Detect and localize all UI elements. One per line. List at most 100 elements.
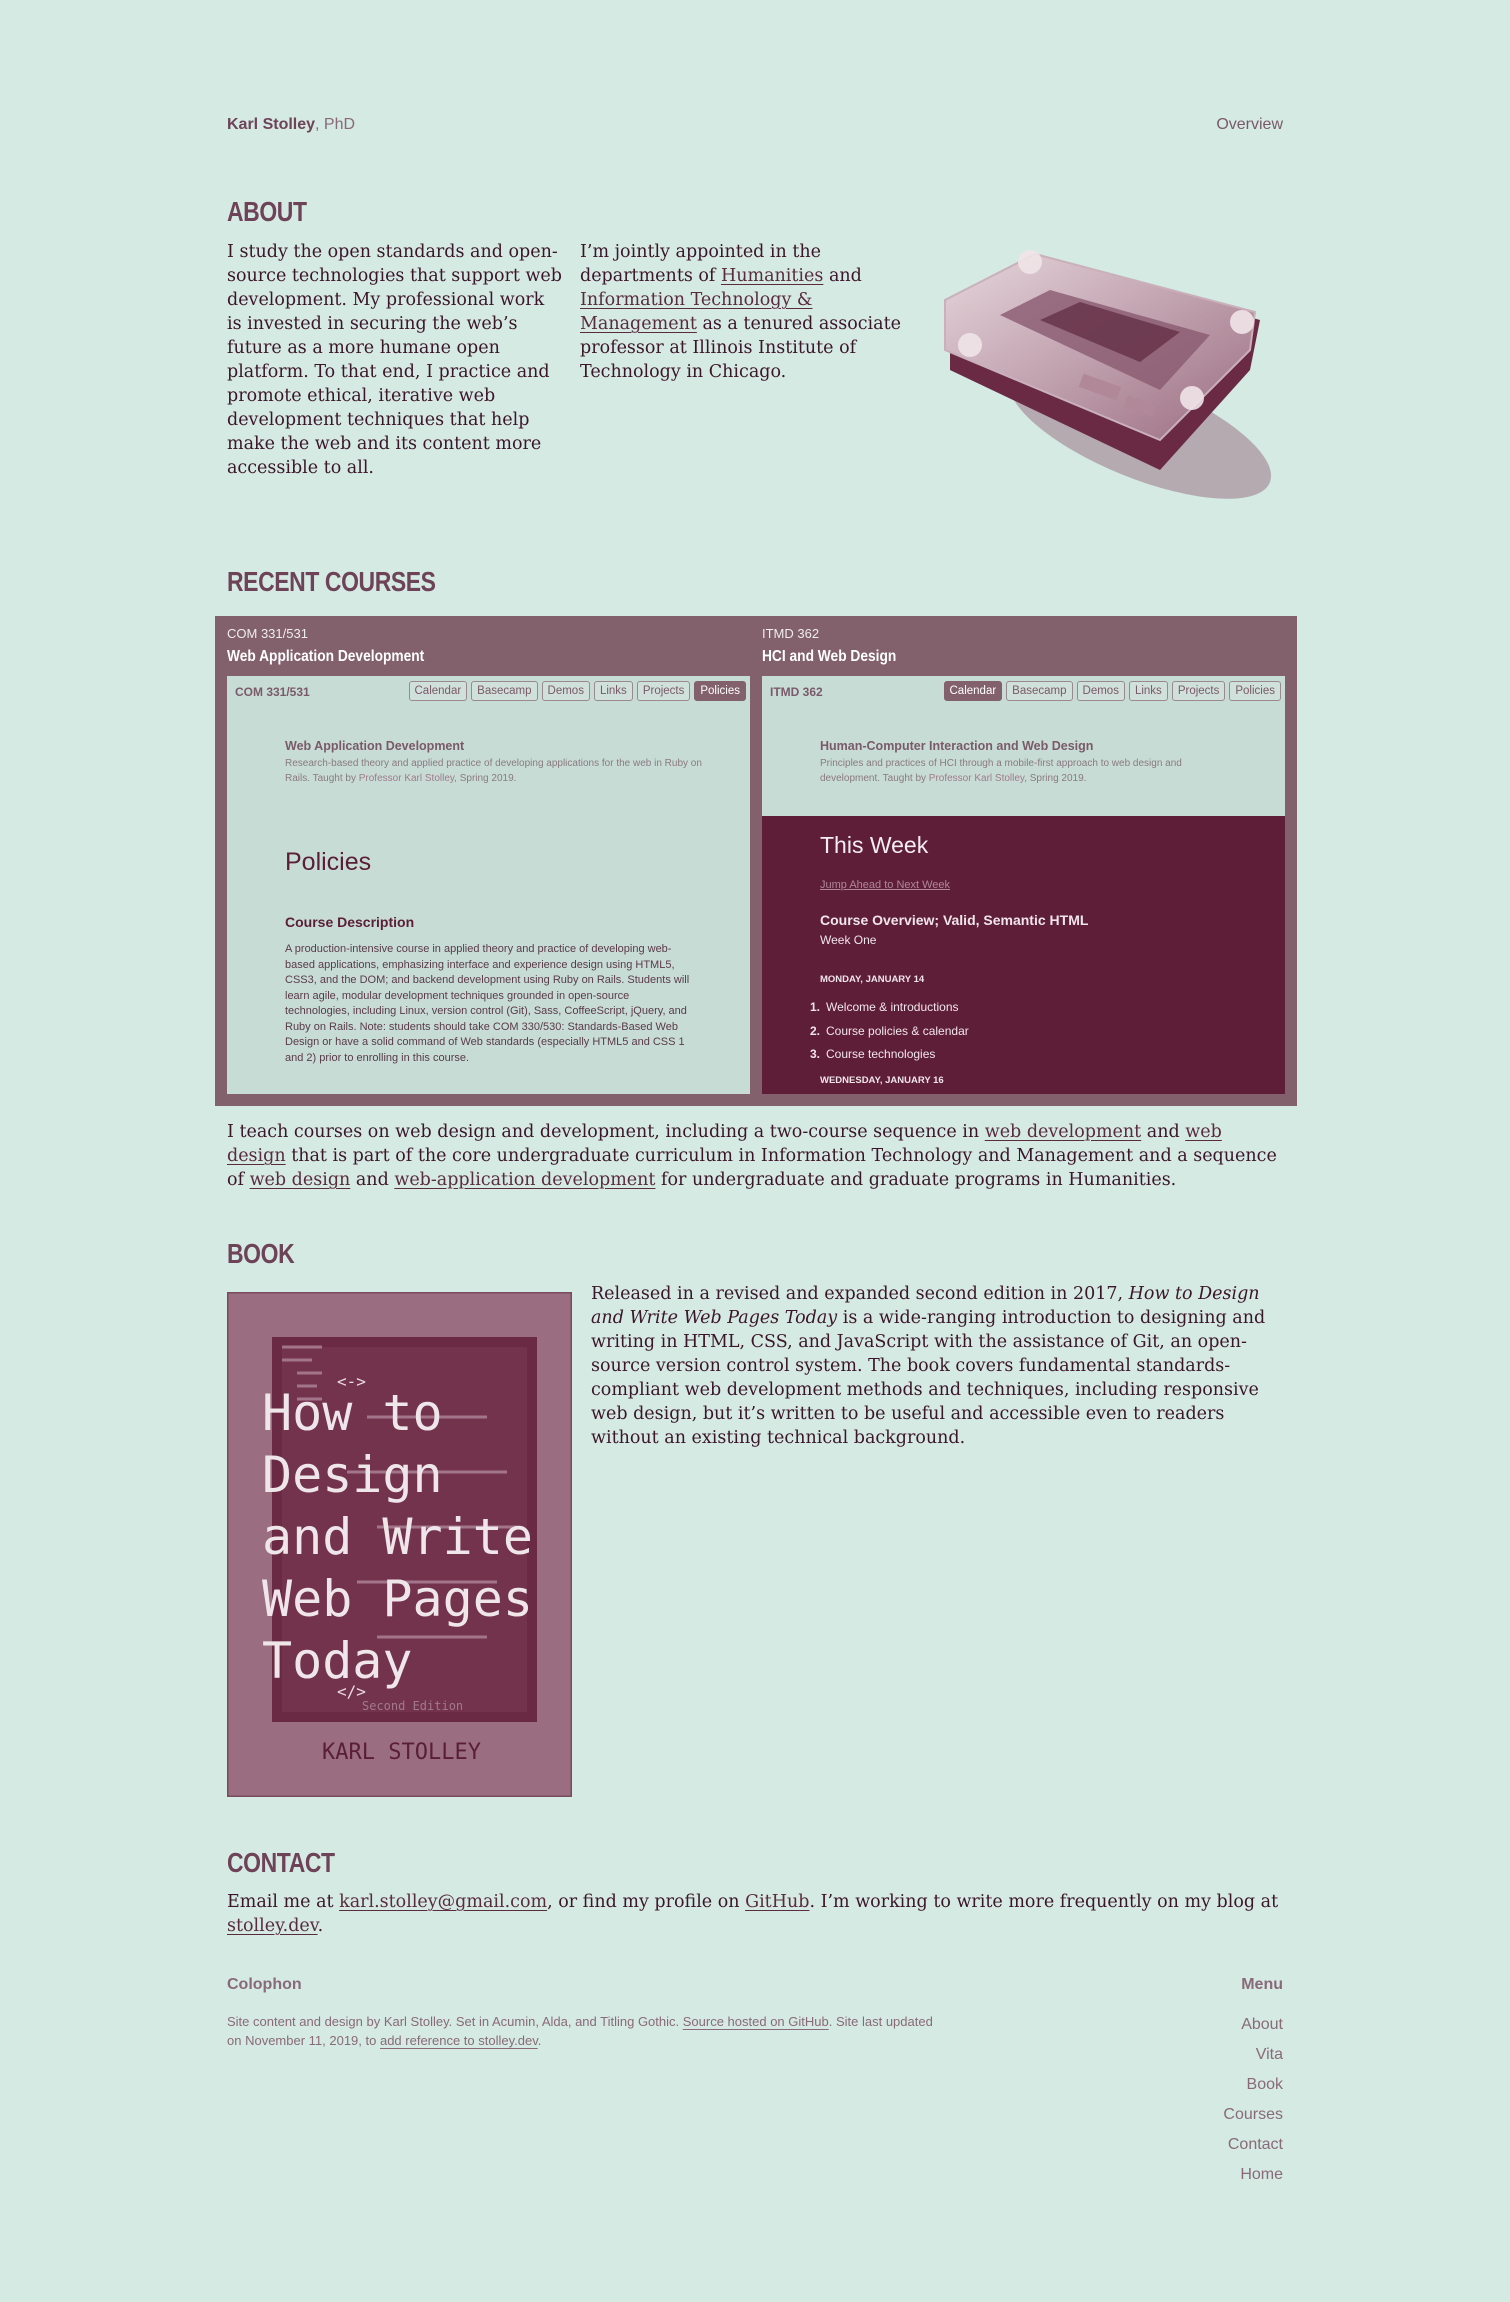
humanities-link[interactable]: Humanities — [721, 266, 823, 286]
this-week-panel: This Week Jump Ahead to Next Week Course… — [762, 816, 1285, 1094]
tab-policies: Policies — [1229, 681, 1281, 701]
contact-text: . I’m working to write more frequently o… — [809, 1892, 1279, 1912]
shot-course-title: Human-Computer Interaction and Web Desig… — [820, 739, 1094, 753]
courses-text: for undergraduate and graduate programs … — [655, 1170, 1177, 1190]
course-site-screenshot: COM 331/531 Calendar Basecamp Demos Link… — [227, 676, 750, 1094]
email-link[interactable]: karl.stolley@gmail.com — [339, 1892, 547, 1912]
site-name[interactable]: Karl Stolley, PhD — [227, 116, 355, 134]
course-name[interactable]: Web Application Development — [227, 648, 424, 666]
course-name[interactable]: HCI and Web Design — [762, 648, 896, 666]
courses-text: and — [350, 1170, 395, 1190]
raspberry-pi-case-image — [944, 250, 1272, 499]
contact-heading: Contact — [227, 1847, 335, 1878]
site-owner-suffix: , PhD — [315, 116, 356, 133]
course-nav-tabs: Calendar Basecamp Demos Links Projects P… — [943, 681, 1281, 701]
course-card-itmd362[interactable]: ITMD 362 HCI and Web Design ITMD 362 Cal… — [762, 616, 1285, 1106]
book-heading: Book — [227, 1238, 295, 1269]
contact-info: Email me at karl.stolley@gmail.com, or f… — [227, 1890, 1283, 1938]
courses-text: I teach courses on web design and develo… — [227, 1122, 985, 1142]
web-development-link[interactable]: web development — [985, 1122, 1142, 1142]
shot-course-code: COM 331/531 — [235, 685, 310, 699]
course-nav-tabs: Calendar Basecamp Demos Links Projects P… — [408, 681, 746, 701]
shot-course-description: Research-based theory and applied practi… — [285, 756, 705, 786]
week-subtitle: Week One — [820, 933, 877, 947]
recent-courses-heading: Recent Courses — [227, 566, 436, 597]
source-github-link[interactable]: Source hosted on GitHub — [683, 2014, 829, 2029]
blog-link[interactable]: stolley.dev — [227, 1916, 318, 1936]
this-week-heading: This Week — [820, 832, 929, 858]
course-description-text: A production-intensive course in applied… — [285, 943, 690, 1064]
menu-item-vita[interactable]: Vita — [1223, 2040, 1283, 2070]
cover-title-line: How to — [262, 1384, 443, 1442]
tab-projects: Projects — [1171, 681, 1226, 701]
cover-title-line: Design — [262, 1446, 443, 1504]
agenda-item-text: Course policies & calendar — [826, 1023, 969, 1038]
shot-course-title: Web Application Development — [285, 739, 465, 753]
day-agenda-list: 1. Welcome & introductions 2. Course polic… — [802, 996, 969, 1067]
contact-text: . — [317, 1916, 324, 1936]
book-description: Released in a revised and expanded secon… — [591, 1282, 1283, 1450]
week-title: Course Overview; Valid, Semantic HTML — [820, 912, 1089, 928]
colophon-heading: Colophon — [227, 1976, 302, 1993]
tab-policies: Policies — [694, 681, 746, 701]
colophon-body: Site content and design by Karl Stolley.… — [227, 2014, 683, 2029]
shot-term: , Spring 2019. — [454, 773, 517, 784]
day-heading: WEDNESDAY, JANUARY 16 — [820, 1075, 944, 1086]
cover-title-line: Today — [262, 1632, 413, 1690]
agenda-item-text: Welcome & introductions — [826, 1000, 959, 1014]
cover-author: KARL STOLLEY — [322, 1740, 481, 1765]
about-appointment-text: and — [823, 266, 862, 286]
commit-link[interactable]: add reference to stolley.dev — [380, 2033, 538, 2048]
course-showcase: COM 331/531 Web Application Development … — [215, 616, 1297, 1106]
about-appointment: I’m jointly appointed in the departments… — [580, 240, 915, 384]
policies-heading: Policies — [285, 848, 372, 876]
menu-item-about[interactable]: About — [1223, 2010, 1283, 2040]
agenda-item: 2. Course policies & calendar — [809, 1023, 969, 1038]
agenda-item: 1. Welcome & introductions — [809, 1000, 959, 1014]
courses-description: I teach courses on web design and develo… — [227, 1120, 1283, 1192]
tab-calendar: Calendar — [943, 681, 1003, 701]
cover-title-line: Web Pages — [262, 1570, 533, 1628]
shot-professor: Professor Karl Stolley — [358, 773, 455, 784]
menu-item-book[interactable]: Book — [1223, 2070, 1283, 2100]
cover-edition: Second Edition — [362, 1699, 463, 1713]
shot-term: , Spring 2019. — [1024, 773, 1087, 784]
agenda-item: 3. Course technologies — [809, 1047, 936, 1061]
jump-ahead-link: Jump Ahead to Next Week — [820, 879, 951, 891]
colophon-body: . — [537, 2033, 542, 2048]
course-card-com331[interactable]: COM 331/531 Web Application Development … — [227, 616, 750, 1106]
tab-demos: Demos — [541, 681, 590, 701]
footer-menu: About Vita Book Courses Contact Home — [1223, 2010, 1283, 2190]
web-application-development-link[interactable]: web-application development — [394, 1170, 655, 1190]
menu-heading: Menu — [1241, 1976, 1283, 1993]
book-cover-image: <-> </> How to Design and Write Web Page… — [227, 1292, 572, 1797]
cover-title-line: and Write — [262, 1508, 533, 1566]
menu-item-home[interactable]: Home — [1223, 2160, 1283, 2190]
course-code: COM 331/531 — [227, 626, 308, 641]
courses-text: and — [1141, 1122, 1186, 1142]
course-code: ITMD 362 — [762, 626, 820, 641]
tab-links: Links — [593, 681, 633, 701]
about-intro: I study the open standards and open-sour… — [227, 242, 562, 478]
menu-item-contact[interactable]: Contact — [1223, 2130, 1283, 2160]
book-text: Released in a revised and expanded secon… — [591, 1284, 1129, 1304]
course-description-heading: Course Description — [285, 914, 415, 930]
menu-item-courses[interactable]: Courses — [1223, 2100, 1283, 2130]
site-owner-name: Karl Stolley — [227, 116, 316, 133]
github-link[interactable]: GitHub — [745, 1892, 809, 1912]
shot-course-code: ITMD 362 — [770, 685, 823, 699]
tab-demos: Demos — [1076, 681, 1125, 701]
shot-course-description: Principles and practices of HCI through … — [820, 756, 1240, 786]
day-heading: MONDAY, JANUARY 14 — [820, 974, 925, 985]
shot-professor: Professor Karl Stolley — [928, 773, 1025, 784]
tab-calendar: Calendar — [408, 681, 468, 701]
overview-link[interactable]: Overview — [1216, 116, 1283, 134]
tab-projects: Projects — [636, 681, 691, 701]
about-heading: About — [227, 196, 307, 227]
web-design-link-2[interactable]: web design — [250, 1170, 351, 1190]
agenda-item-text: Course technologies — [826, 1047, 936, 1061]
course-site-screenshot: ITMD 362 Calendar Basecamp Demos Links P… — [762, 676, 1285, 1094]
contact-text: Email me at — [227, 1892, 340, 1912]
tab-links: Links — [1128, 681, 1168, 701]
tab-basecamp: Basecamp — [471, 681, 538, 701]
